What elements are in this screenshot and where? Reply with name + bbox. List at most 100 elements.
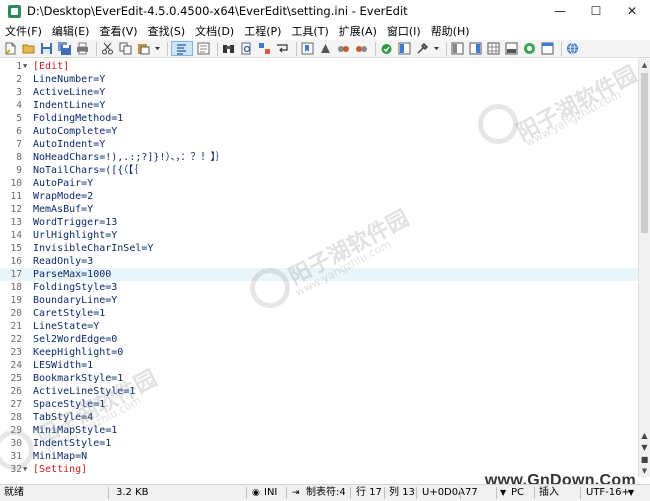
code-line[interactable]: 1 ▼ [Edit] (0, 60, 638, 73)
code-line[interactable]: 3 ActiveLine=Y (0, 86, 638, 99)
scroll-page-up-icon[interactable]: ▲ (639, 431, 650, 441)
status-tab-size[interactable]: 制表符:4 (306, 486, 346, 500)
eol-dropdown-icon[interactable]: ▼ (500, 486, 506, 500)
code-line[interactable]: 28 TabStyle=4 (0, 411, 638, 424)
status-line[interactable]: 行 17 (356, 486, 382, 500)
menu-extensions[interactable]: 扩展(A) (334, 23, 382, 39)
status-separator (534, 487, 535, 499)
code-line[interactable]: 17 ParseMax=1000 (0, 268, 638, 281)
save-icon[interactable] (39, 41, 54, 56)
code-line[interactable]: 10 AutoPair=Y (0, 177, 638, 190)
save-all-icon[interactable] (57, 41, 72, 56)
panel-bottom-icon[interactable] (504, 41, 519, 56)
globe-icon[interactable] (565, 41, 580, 56)
scroll-page-down-icon[interactable]: ▼ (639, 443, 650, 453)
help-icon[interactable] (522, 41, 537, 56)
run-icon[interactable] (354, 41, 369, 56)
wrap-icon[interactable] (275, 41, 290, 56)
code-line[interactable]: 22 Sel2WordEdge=0 (0, 333, 638, 346)
menu-window[interactable]: 窗口(I) (382, 23, 426, 39)
maximize-button[interactable]: ☐ (578, 0, 614, 22)
code-editor[interactable]: 1 ▼ [Edit] 2 LineNumber=Y 3 ActiveLine=Y 4 Inden… (0, 59, 638, 477)
code-line[interactable]: 19 BoundaryLine=Y (0, 294, 638, 307)
vertical-scrollbar[interactable]: ▲ ▲ ▼ ■ ▼ (638, 59, 650, 477)
code-line[interactable]: 20 CaretStyle=1 (0, 307, 638, 320)
tools-icon[interactable] (415, 41, 430, 56)
fold-toggle-icon[interactable]: ▼ (23, 463, 27, 476)
fold-toggle-icon[interactable]: ▼ (23, 60, 27, 73)
code-line[interactable]: 5 FoldingMethod=1 (0, 112, 638, 125)
menu-tools[interactable]: 工具(T) (286, 23, 333, 39)
code-line[interactable]: 2 LineNumber=Y (0, 73, 638, 86)
grid-icon[interactable] (486, 41, 501, 56)
menu-file[interactable]: 文件(F) (0, 23, 47, 39)
panel-left-icon[interactable] (450, 41, 465, 56)
format-icon[interactable] (171, 41, 193, 56)
code-line[interactable]: 7 AutoIndent=Y (0, 138, 638, 151)
dropdown-icon[interactable] (154, 41, 161, 56)
code-line[interactable]: 13 WordTrigger=13 (0, 216, 638, 229)
code-line[interactable]: 8 NoHeadChars=!),.:;?]}!）、，：？！】｝ (0, 151, 638, 164)
code-line[interactable]: 23 KeepHighlight=0 (0, 346, 638, 359)
code-line[interactable]: 6 AutoComplete=Y (0, 125, 638, 138)
cut-icon[interactable] (100, 41, 115, 56)
code-line[interactable]: 9 NoTailChars=([{（【｛ (0, 164, 638, 177)
scroll-thumb[interactable] (641, 73, 648, 233)
minimize-button[interactable]: — (542, 0, 578, 22)
status-encoding[interactable]: UTF-16+ (586, 486, 630, 500)
status-column[interactable]: 列 13 (389, 486, 415, 500)
menu-document[interactable]: 文档(D) (190, 23, 239, 39)
code-line[interactable]: 27 SpaceStyle=1 (0, 398, 638, 411)
status-insert-mode[interactable]: 插入 (539, 486, 559, 500)
code-line[interactable]: 21 LineState=Y (0, 320, 638, 333)
open-folder-icon[interactable] (21, 41, 36, 56)
code-line[interactable]: 26 ActiveLineStyle=1 (0, 385, 638, 398)
ini-entry-text: MiniMap=N (33, 451, 88, 462)
panel-right-icon[interactable] (468, 41, 483, 56)
code-line[interactable]: 16 ReadOnly=3 (0, 255, 638, 268)
status-syntax[interactable]: INI (264, 486, 277, 500)
menu-help[interactable]: 帮助(H) (426, 23, 475, 39)
code-line[interactable]: 4 IndentLine=Y (0, 99, 638, 112)
sidebar-icon[interactable] (196, 41, 211, 56)
layout-icon[interactable] (397, 41, 412, 56)
new-file-icon[interactable] (3, 41, 18, 56)
find-file-icon[interactable] (239, 41, 254, 56)
window-icon[interactable] (540, 41, 555, 56)
code-line[interactable]: 11 WrapMode=2 (0, 190, 638, 203)
debug-icon[interactable] (379, 41, 394, 56)
code-line[interactable]: 12 MemAsBuf=Y (0, 203, 638, 216)
code-line[interactable]: 18 FoldingStyle=3 (0, 281, 638, 294)
code-line[interactable]: 24 LESWidth=1 (0, 359, 638, 372)
scroll-down-icon[interactable]: ▼ (639, 465, 650, 477)
code-line[interactable]: 30 IndentStyle=1 (0, 437, 638, 450)
status-line-ending[interactable]: PC (511, 486, 524, 500)
menu-edit[interactable]: 编辑(E) (47, 23, 95, 39)
menu-view[interactable]: 查看(V) (94, 23, 142, 39)
replace-icon[interactable] (257, 41, 272, 56)
paste-icon[interactable] (136, 41, 151, 56)
code-line[interactable]: 25 BookmarkStyle=1 (0, 372, 638, 385)
status-separator (580, 487, 581, 499)
status-char-number: 77 (465, 487, 478, 498)
code-line[interactable]: 15 InvisibleCharInSel=Y (0, 242, 638, 255)
line-number: 16 (10, 256, 22, 267)
copy-icon[interactable] (118, 41, 133, 56)
code-line[interactable]: 14 UrlHighlight=Y (0, 229, 638, 242)
scroll-minimap-icon[interactable]: ■ (639, 455, 650, 465)
sort-icon[interactable] (318, 41, 333, 56)
encoding-dropdown-icon[interactable]: ▼ (628, 486, 634, 500)
close-button[interactable]: ✕ (614, 0, 650, 22)
toolbar-separator (375, 41, 376, 56)
bookmark-icon[interactable] (300, 41, 315, 56)
print-icon[interactable] (75, 41, 90, 56)
find-icon[interactable] (221, 41, 236, 56)
code-line[interactable]: 31 MiniMap=N (0, 450, 638, 463)
toolbar-separator (96, 41, 97, 56)
compare-icon[interactable] (336, 41, 351, 56)
scroll-up-icon[interactable]: ▲ (639, 59, 650, 71)
menu-project[interactable]: 工程(P) (239, 23, 286, 39)
menu-search[interactable]: 查找(S) (143, 23, 191, 39)
code-line[interactable]: 29 MiniMapStyle=1 (0, 424, 638, 437)
dropdown-icon[interactable] (433, 41, 440, 56)
